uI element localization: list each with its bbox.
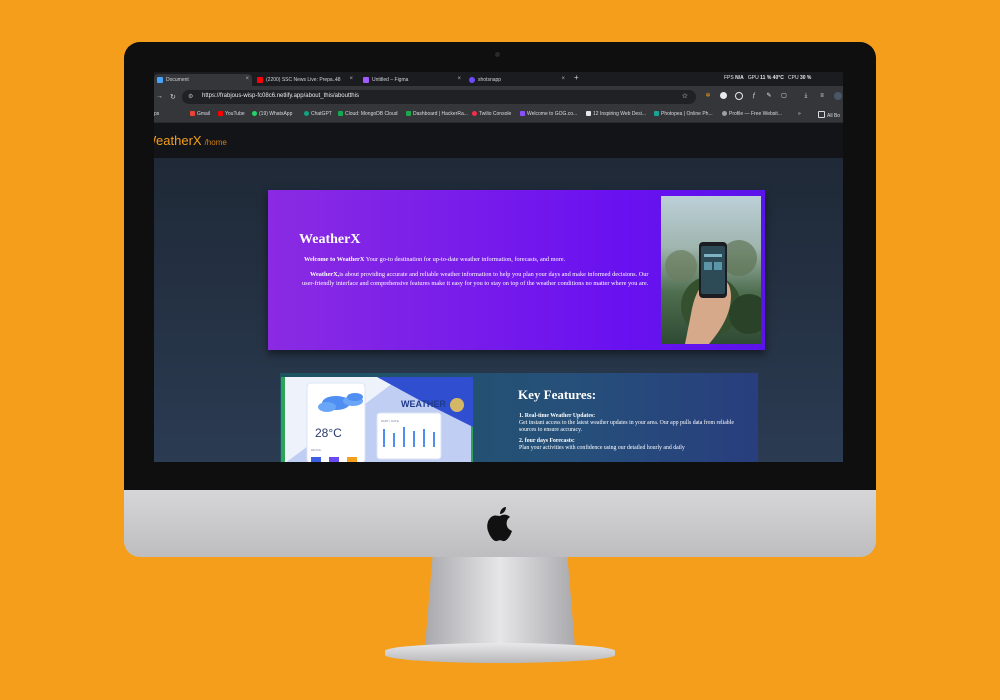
bookmark-twilio[interactable]: Twilio Console <box>472 111 511 117</box>
features-title: Key Features: <box>518 387 597 402</box>
bookmarks-bar: ps Gmail YouTube (19) WhatsApp ChatGPT C… <box>154 108 843 123</box>
chatgpt-icon <box>304 111 309 116</box>
bookmark-mongodb[interactable]: Cloud: MongoDB Cloud <box>338 111 398 117</box>
bookmark-gog[interactable]: Welcome to GOG.co... <box>520 111 577 117</box>
weather-app-mockup: 28°C DETAIL WEATHER PART | DATE <box>281 377 473 462</box>
youtube-icon <box>257 77 263 83</box>
mockup-label: DETAIL <box>311 448 322 452</box>
profile-icon <box>722 111 727 116</box>
shotsnapp-icon <box>469 77 475 83</box>
bookmark-chatgpt[interactable]: ChatGPT <box>304 111 332 117</box>
screen: Document × (2200) SSC News Live: Prepa..… <box>154 72 843 462</box>
url-text[interactable]: https://frabjous-wisp-fc08c6.netlify.app… <box>202 93 359 99</box>
figma-icon <box>363 77 369 83</box>
tab-strip: Document × (2200) SSC News Live: Prepa..… <box>154 72 843 86</box>
twilio-icon <box>472 111 477 116</box>
performance-overlay: FPS N/A GPU 11 % 40°C CPU 30 % <box>724 75 812 81</box>
web-design-icon <box>586 111 591 116</box>
bookmark-profile[interactable]: Profile — Free Websit... <box>722 111 782 117</box>
extension-icon[interactable] <box>720 92 727 99</box>
close-icon[interactable]: × <box>245 76 249 82</box>
phone-in-hand-photo <box>665 240 761 344</box>
bookmark-gmail[interactable]: Gmail <box>190 111 210 117</box>
avatar[interactable] <box>834 92 842 100</box>
tab-badge: 48 <box>335 77 341 83</box>
bookmark-youtube[interactable]: YouTube <box>218 111 245 117</box>
tab-shotsnapp[interactable]: shotsnapp × <box>466 74 568 86</box>
bookmark-star-icon[interactable]: ☆ <box>682 92 688 100</box>
site-info-icon[interactable]: ⚙ <box>188 93 193 100</box>
tab-youtube[interactable]: (2200) SSC News Live: Prepa... 48 × <box>254 74 356 86</box>
reading-list-icon[interactable]: ≡ <box>818 92 826 100</box>
mockup-chart-label: PART | DATE <box>381 419 399 423</box>
extension-icon[interactable] <box>735 92 743 100</box>
photopea-icon <box>654 111 659 116</box>
bookmarks-overflow-icon[interactable]: » <box>798 111 801 117</box>
hackerrank-icon <box>406 111 411 116</box>
youtube-icon <box>218 111 223 116</box>
eyedropper-icon[interactable]: ✎ <box>765 92 773 100</box>
tab-document[interactable]: Document × <box>154 74 252 86</box>
stand-base <box>385 643 615 663</box>
features-list: 1. Real-time Weather Updates: Get instan… <box>519 413 749 452</box>
gmail-icon <box>190 111 195 116</box>
site-header: WeatherX/home <box>154 123 843 159</box>
toolbar: → ↻ ⚙ https://frabjous-wisp-fc08c6.netli… <box>154 86 843 108</box>
extensions-puzzle-icon[interactable]: ▢ <box>780 92 788 100</box>
bookmark-photopea[interactable]: Photopea | Online Ph... <box>654 111 713 117</box>
apple-logo-icon <box>487 507 512 542</box>
features-section: 28°C DETAIL WEATHER PART | DATE Key Feat… <box>280 373 758 462</box>
new-tab-button[interactable]: + <box>574 73 579 82</box>
close-icon[interactable]: × <box>349 76 353 82</box>
extension-icon[interactable]: ƒ <box>750 92 758 100</box>
feature-heading: 2. four days Forecasts: <box>519 437 575 444</box>
bookmark-apps[interactable]: ps <box>154 111 159 117</box>
address-bar[interactable]: ⚙ https://frabjous-wisp-fc08c6.netlify.a… <box>182 90 696 104</box>
feature-text: Get instant access to the latest weather… <box>519 420 734 434</box>
mockup-temperature: 28°C <box>315 426 342 440</box>
close-icon[interactable]: × <box>561 76 565 82</box>
page-content: WeatherX Welcome to WeatherX Your go-to … <box>154 158 843 462</box>
close-icon[interactable]: × <box>457 76 461 82</box>
doc-icon <box>157 77 163 83</box>
hero-intro: Welcome to WeatherX Your go-to destinati… <box>304 256 566 263</box>
bookmark-hackerrank[interactable]: Dashboard | HackerRa... <box>406 111 468 117</box>
hero-description: WeatherX,is about providing accurate and… <box>302 271 649 287</box>
forward-icon[interactable]: → <box>156 93 163 100</box>
feature-text: Plan your activities with confidence usi… <box>519 444 685 451</box>
site-logo[interactable]: WeatherX/home <box>154 133 227 148</box>
tab-figma[interactable]: Untitled – Figma × <box>360 74 464 86</box>
gog-icon <box>520 111 525 116</box>
camera-icon <box>495 52 500 57</box>
folder-icon <box>818 111 825 118</box>
hero-card: WeatherX Welcome to WeatherX Your go-to … <box>268 190 765 350</box>
stand-neck <box>425 557 575 647</box>
bookmark-whatsapp[interactable]: (19) WhatsApp <box>252 111 292 117</box>
all-bookmarks[interactable]: All Bo <box>818 111 840 119</box>
bookmark-inspiring-web[interactable]: 12 Inspiring Web Desi... <box>586 111 646 117</box>
hero-image <box>661 196 761 344</box>
hero-title: WeatherX <box>299 232 361 247</box>
mockup-brand: WEATHER <box>401 399 446 409</box>
download-icon[interactable]: ⤓ <box>802 92 810 100</box>
extension-icon[interactable]: ✲ <box>704 92 712 100</box>
mongodb-icon <box>338 111 343 116</box>
reload-icon[interactable]: ↻ <box>170 93 176 101</box>
whatsapp-icon <box>252 111 257 116</box>
